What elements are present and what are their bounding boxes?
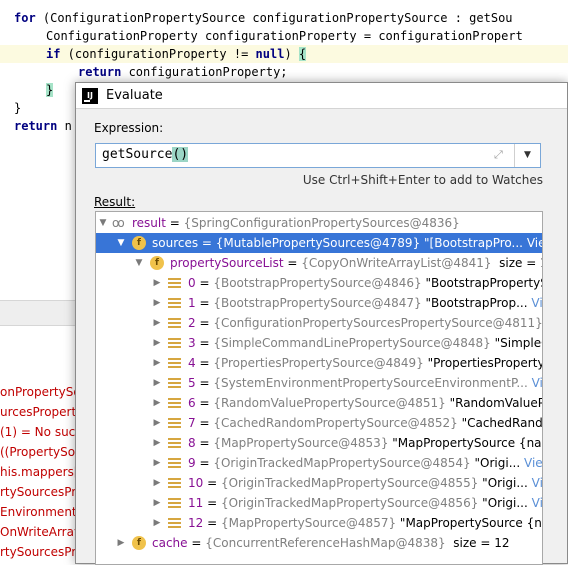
expand-arrow-icon[interactable]: ▶: [152, 333, 162, 353]
code-line-6: }: [14, 101, 22, 115]
list-item[interactable]: ▶ 4 = {PropertiesPropertySource@4849} "P…: [96, 353, 542, 373]
collapse-arrow-icon[interactable]: ▼: [98, 213, 108, 233]
tree-row-cache[interactable]: ▶ f cache = {ConcurrentReferenceHashMap@…: [96, 533, 542, 553]
list-item[interactable]: ▶ 1 = {BootstrapPropertySource@4847} "Bo…: [96, 293, 542, 313]
list-item[interactable]: ▶ 6 = {RandomValuePropertySource@4851} "…: [96, 393, 542, 413]
list-item[interactable]: ▶ 3 = {SimpleCommandLinePropertySource@4…: [96, 333, 542, 353]
array-element-icon: [168, 498, 181, 509]
tree-row-result[interactable]: ▼ oo result = {SpringConfigurationProper…: [96, 213, 542, 233]
tree-row-property-source-list[interactable]: ▼ f propertySourceList = {CopyOnWriteArr…: [96, 253, 542, 273]
watches-hint: Use Ctrl+Shift+Enter to add to Watches: [302, 173, 543, 187]
console-line: rtySourcesPr: [0, 545, 75, 559]
expression-paren: (): [172, 147, 189, 162]
var-size: size = 13: [499, 256, 542, 270]
expand-arrow-icon[interactable]: ▶: [152, 293, 162, 313]
result-label: Result:: [94, 195, 136, 209]
view-link[interactable]: View: [527, 236, 542, 250]
code-line-7: return n: [14, 119, 72, 133]
var-string: "[BootstrapPro...: [424, 236, 523, 250]
collapse-arrow-icon[interactable]: ▼: [116, 233, 126, 253]
expression-text: getSource: [102, 147, 173, 162]
array-element-icon: [168, 318, 181, 329]
var-name: propertySourceList: [170, 256, 284, 270]
code-line-5: }: [46, 83, 54, 97]
var-value: {MutablePropertySources@4789}: [215, 236, 421, 250]
evaluate-dialog: IJ Evaluate Expression: getSource() ⤢ ▼ …: [75, 82, 568, 565]
var-size: size = 12: [453, 536, 510, 550]
array-element-icon: [168, 278, 181, 289]
list-item[interactable]: ▶ 0 = {BootstrapPropertySource@4846} "Bo…: [96, 273, 542, 293]
expand-arrow-icon[interactable]: ▶: [152, 353, 162, 373]
console-line: onPropertySo: [0, 385, 75, 399]
field-icon: f: [150, 256, 164, 270]
intellij-icon: IJ: [82, 88, 98, 104]
expand-arrow-icon[interactable]: ▶: [152, 393, 162, 413]
expand-arrow-icon[interactable]: ▶: [152, 513, 162, 533]
array-element-icon: [168, 478, 181, 489]
history-dropdown-button[interactable]: ▼: [514, 144, 540, 167]
console-line: rtySourcesPr: [0, 485, 75, 499]
expand-arrow-icon[interactable]: ▶: [152, 273, 162, 293]
expand-arrow-icon[interactable]: ▶: [152, 433, 162, 453]
expand-icon[interactable]: ⤢: [494, 149, 506, 161]
dialog-title: Evaluate: [106, 88, 163, 103]
list-item[interactable]: ▶ 12 = {MapPropertySource@4857} "MapProp…: [96, 513, 542, 533]
list-item[interactable]: ▶ 9 = {OriginTrackedMapPropertySource@48…: [96, 453, 542, 473]
code-line-2: ConfigurationProperty configurationPrope…: [46, 29, 523, 43]
expand-arrow-icon[interactable]: ▶: [152, 373, 162, 393]
watch-result-icon: oo: [112, 216, 125, 230]
var-value: {ConcurrentReferenceHashMap@4838}: [205, 536, 446, 550]
expand-arrow-icon[interactable]: ▶: [152, 453, 162, 473]
expression-input[interactable]: getSource() ⤢ ▼: [95, 143, 541, 168]
var-name: cache: [152, 536, 188, 550]
code-line-4: return configurationProperty;: [78, 65, 288, 79]
expression-label: Expression:: [94, 121, 164, 135]
var-value: {SpringConfigurationPropertySources@4836…: [183, 216, 460, 230]
expand-arrow-icon[interactable]: ▶: [152, 493, 162, 513]
expand-arrow-icon[interactable]: ▶: [116, 533, 126, 553]
console-line: urcesPropert: [0, 405, 75, 419]
array-element-icon: [168, 358, 181, 369]
panel-tab-strip: [0, 300, 75, 326]
list-item[interactable]: ▶ 11 = {OriginTrackedMapPropertySource@4…: [96, 493, 542, 513]
array-element-icon: [168, 398, 181, 409]
array-element-icon: [168, 518, 181, 529]
result-tree[interactable]: ▼ oo result = {SpringConfigurationProper…: [95, 211, 543, 565]
console-line: Environment),: [0, 505, 75, 519]
list-item[interactable]: ▶ 8 = {MapPropertySource@4853} "MapPrope…: [96, 433, 542, 453]
list-item[interactable]: ▶ 10 = {OriginTrackedMapPropertySource@4…: [96, 473, 542, 493]
array-element-icon: [168, 418, 181, 429]
dialog-titlebar[interactable]: IJ Evaluate: [76, 83, 567, 109]
var-name: sources: [152, 236, 199, 250]
tree-row-sources[interactable]: ▼ f sources = {MutablePropertySources@47…: [96, 233, 542, 253]
expand-arrow-icon[interactable]: ▶: [152, 413, 162, 433]
console-line: (1) = No such: [0, 425, 75, 439]
collapse-arrow-icon[interactable]: ▼: [134, 253, 144, 273]
array-element-icon: [168, 298, 181, 309]
console-line: ((PropertySo: [0, 445, 75, 459]
code-line-3: if (configurationProperty != null) {: [0, 45, 568, 63]
field-icon: f: [132, 236, 146, 250]
field-icon: f: [132, 536, 146, 550]
console-output: onPropertySo urcesPropert (1) = No such …: [0, 326, 75, 564]
list-item[interactable]: ▶ 2 = {ConfigurationPropertySourcesPrope…: [96, 313, 542, 333]
expand-arrow-icon[interactable]: ▶: [152, 473, 162, 493]
list-item[interactable]: ▶ 5 = {SystemEnvironmentPropertySourceEn…: [96, 373, 542, 393]
var-value: {CopyOnWriteArrayList@4841}: [301, 256, 492, 270]
array-element-icon: [168, 458, 181, 469]
console-line: his.mappers[: [0, 465, 75, 479]
var-name: result: [132, 216, 166, 230]
expand-arrow-icon[interactable]: ▶: [152, 313, 162, 333]
array-element-icon: [168, 438, 181, 449]
array-element-icon: [168, 338, 181, 349]
list-item[interactable]: ▶ 7 = {CachedRandomPropertySource@4852} …: [96, 413, 542, 433]
code-line-1: for (ConfigurationPropertySource configu…: [14, 11, 513, 25]
console-line: OnWriteArrayL: [0, 525, 75, 539]
array-element-icon: [168, 378, 181, 389]
